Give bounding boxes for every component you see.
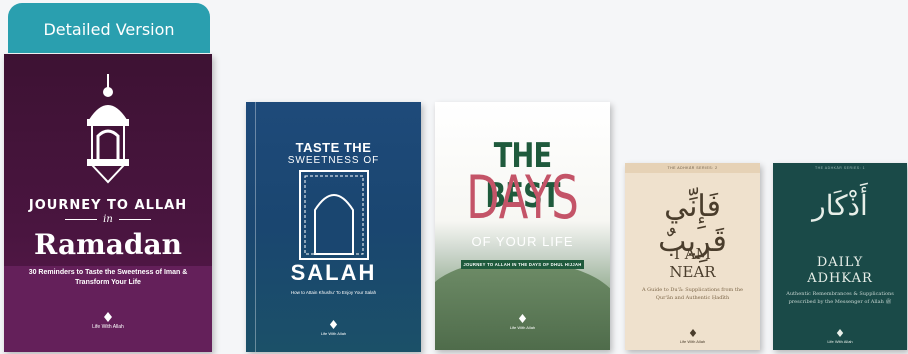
detailed-version-tab[interactable]: Detailed Version bbox=[8, 3, 210, 53]
publisher-logo-icon bbox=[518, 314, 527, 323]
publisher-name: Life With Allah bbox=[679, 339, 706, 344]
book-title-line2: ADHKAR bbox=[807, 271, 873, 286]
book-title-line2: DAYS bbox=[466, 163, 579, 233]
book-title-line3: SALAH bbox=[290, 260, 377, 285]
series-label: THE ADHKĀR SERIES: 1 bbox=[814, 166, 866, 170]
book-daily-adhkar[interactable]: THE ADHKĀR SERIES: 1 أَذْكَار DAILY ADHK… bbox=[773, 163, 907, 350]
landscape-hills bbox=[435, 260, 610, 350]
book-title-line1: DAILY bbox=[816, 255, 864, 270]
book-title-line3: OF YOUR LIFE bbox=[471, 234, 574, 249]
book-subtitle: JOURNEY TO ALLAH IN THE DAYS OF DHUL HIJ… bbox=[461, 260, 584, 269]
book-title-line2: NEAR bbox=[669, 263, 716, 281]
book-best-days-of-your-life[interactable]: THE BEST DAYS OF YOUR LIFE JOURNEY TO AL… bbox=[435, 102, 610, 350]
publisher-logo-icon bbox=[689, 329, 696, 337]
book-title-line2: in bbox=[4, 214, 212, 225]
publisher: Life With Allah bbox=[625, 329, 760, 344]
book-title-line1: JOURNEY TO ALLAH bbox=[28, 198, 188, 213]
book-subtitle: How to Attain Khushu' To Enjoy Your Sala… bbox=[290, 290, 377, 295]
lantern-icon bbox=[87, 74, 129, 184]
publisher-name: Life With Allah bbox=[827, 339, 853, 344]
mihrab-arch-icon bbox=[299, 170, 369, 260]
book-i-am-near[interactable]: THE ADHKĀR SERIES: 2 فَإِنِّي قَرِيبٌ I … bbox=[625, 163, 760, 350]
publisher: Life With Allah bbox=[435, 314, 610, 330]
publisher-name: Life With Allah bbox=[509, 325, 536, 330]
publisher: Life With Allah bbox=[4, 312, 212, 330]
arabic-title: أَذْكَار bbox=[812, 189, 868, 222]
tab-label: Detailed Version bbox=[43, 20, 175, 39]
book-title-line2: SWEETNESS OF bbox=[287, 155, 380, 166]
publisher: Life With Allah bbox=[246, 320, 421, 336]
publisher-name: Life With Allah bbox=[92, 324, 124, 330]
series-label: THE ADHKĀR SERIES: 2 bbox=[625, 163, 760, 173]
publisher: Life With Allah bbox=[773, 329, 907, 344]
publisher-logo-icon bbox=[329, 320, 338, 329]
publisher-logo-icon bbox=[104, 312, 112, 322]
book-taste-sweetness-salah[interactable]: TASTE THE SWEETNESS OF SALAH How to Atta… bbox=[246, 102, 421, 352]
publisher-name: Life With Allah bbox=[320, 331, 347, 336]
book-title-line3: Ramadan bbox=[34, 228, 182, 261]
book-subtitle: A Guide to Du'ā: Supplications from the … bbox=[641, 287, 744, 301]
book-subtitle: Authentic Remembrances & Supplications p… bbox=[786, 291, 894, 305]
book-journey-to-allah-ramadan[interactable]: JOURNEY TO ALLAH in Ramadan 30 Reminders… bbox=[4, 54, 212, 352]
book-shelf: Detailed Version JOURNEY TO ALLAH in Ram… bbox=[0, 0, 908, 354]
publisher-logo-icon bbox=[836, 329, 844, 337]
book-title-line1: I AM bbox=[674, 245, 711, 263]
book-subtitle: 30 Reminders to Taste the Sweetness of I… bbox=[28, 269, 188, 286]
book-title-line1: TASTE THE bbox=[295, 140, 372, 155]
